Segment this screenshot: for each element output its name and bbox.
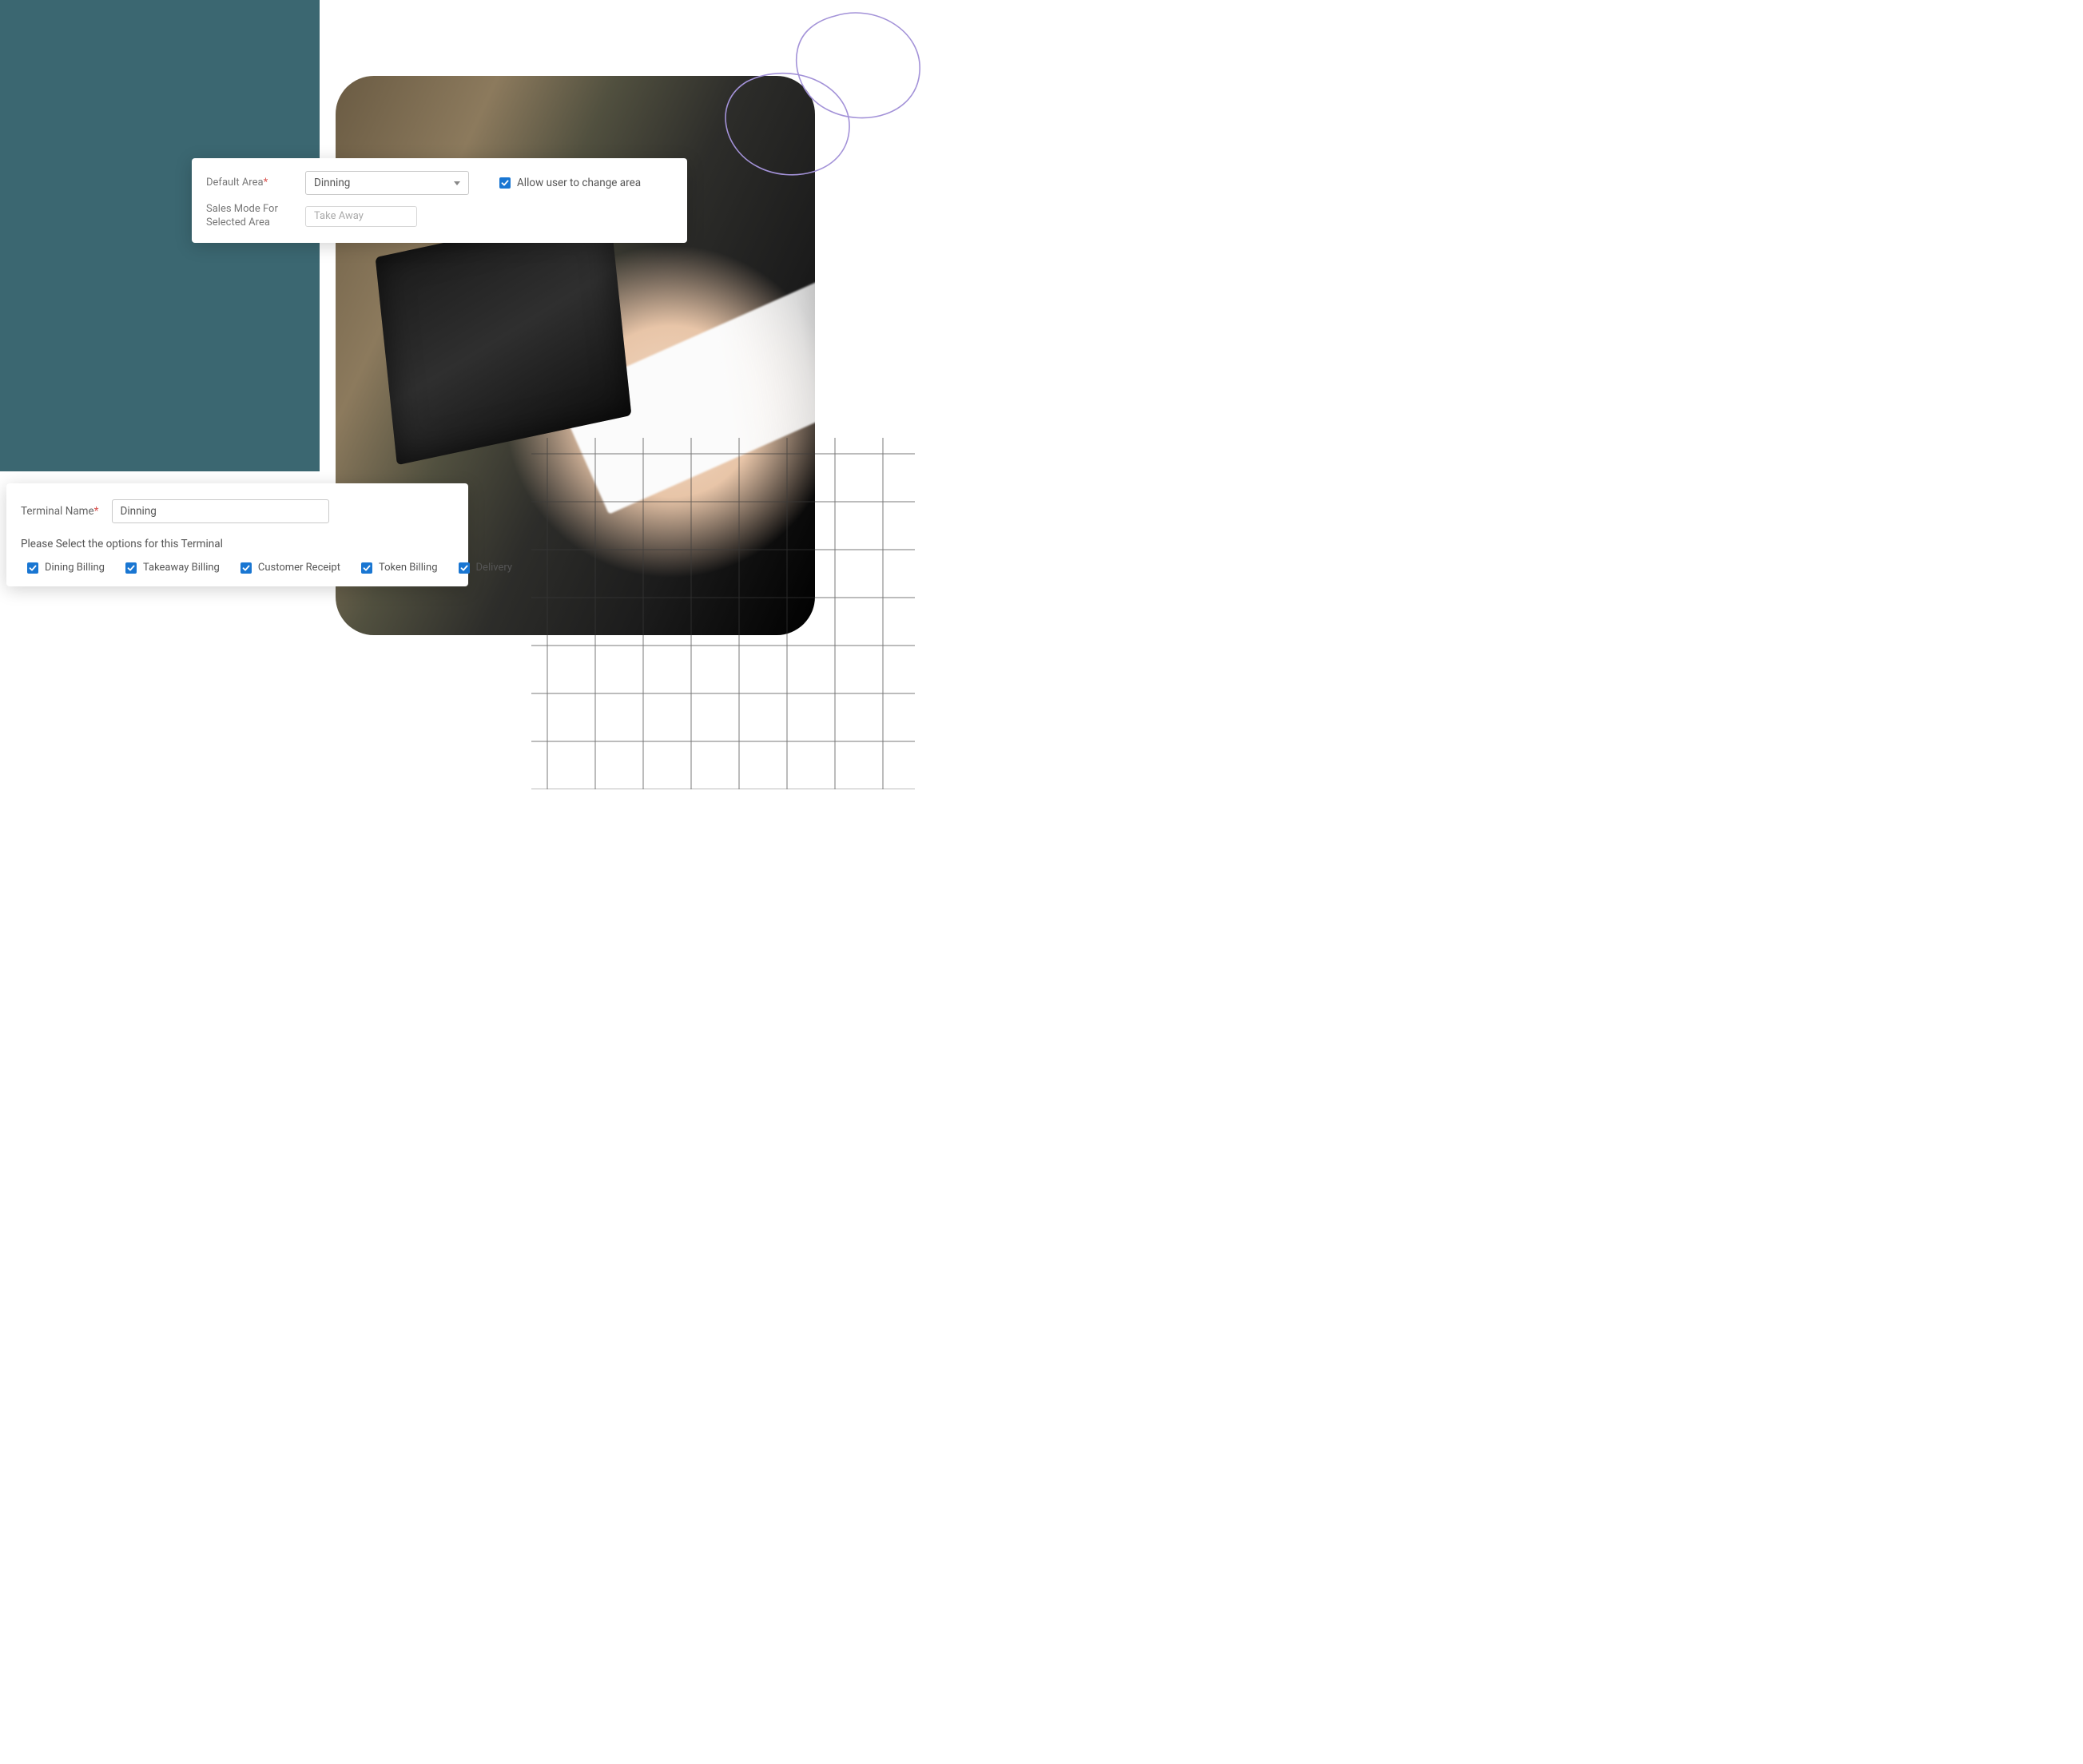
sales-mode-placeholder: Take Away: [314, 210, 364, 222]
decorative-blobs: [715, 8, 939, 192]
checkbox-icon[interactable]: [361, 562, 372, 574]
option-label: Takeaway Billing: [143, 562, 220, 574]
default-area-value: Dinning: [314, 177, 350, 189]
options-prompt: Please Select the options for this Termi…: [21, 538, 454, 550]
default-area-label: Default Area*: [206, 177, 296, 190]
checkbox-icon[interactable]: [459, 562, 470, 574]
option-delivery[interactable]: Delivery: [459, 562, 513, 574]
allow-change-area-label: Allow user to change area: [517, 177, 641, 189]
allow-change-area-checkbox[interactable]: [499, 177, 511, 189]
terminal-name-input[interactable]: Dinning: [112, 499, 329, 523]
terminal-options-row: Dining Billing Takeaway Billing Customer…: [21, 562, 454, 574]
terminal-name-label: Terminal Name*: [21, 505, 99, 518]
checkbox-icon[interactable]: [27, 562, 38, 574]
default-area-select[interactable]: Dinning: [305, 171, 469, 195]
required-mark: *: [94, 505, 99, 518]
decorative-grid: [531, 438, 915, 789]
checkbox-icon[interactable]: [240, 562, 252, 574]
terminal-name-value: Dinning: [121, 505, 157, 518]
option-dining-billing[interactable]: Dining Billing: [27, 562, 105, 574]
option-label: Dining Billing: [45, 562, 105, 574]
option-label: Token Billing: [379, 562, 438, 574]
chevron-down-icon: [454, 181, 460, 185]
required-mark: *: [264, 177, 268, 189]
checkbox-icon[interactable]: [125, 562, 137, 574]
option-label: Customer Receipt: [258, 562, 340, 574]
default-area-card: Default Area* Dinning Allow user to chan…: [192, 158, 687, 243]
option-takeaway-billing[interactable]: Takeaway Billing: [125, 562, 220, 574]
option-customer-receipt[interactable]: Customer Receipt: [240, 562, 340, 574]
allow-change-area-option[interactable]: Allow user to change area: [499, 177, 641, 189]
sales-mode-label: Sales Mode For Selected Area: [206, 203, 296, 230]
terminal-options-card: Terminal Name* Dinning Please Select the…: [6, 483, 468, 586]
option-token-billing[interactable]: Token Billing: [361, 562, 438, 574]
sales-mode-input[interactable]: Take Away: [305, 206, 417, 227]
option-label: Delivery: [476, 562, 513, 574]
